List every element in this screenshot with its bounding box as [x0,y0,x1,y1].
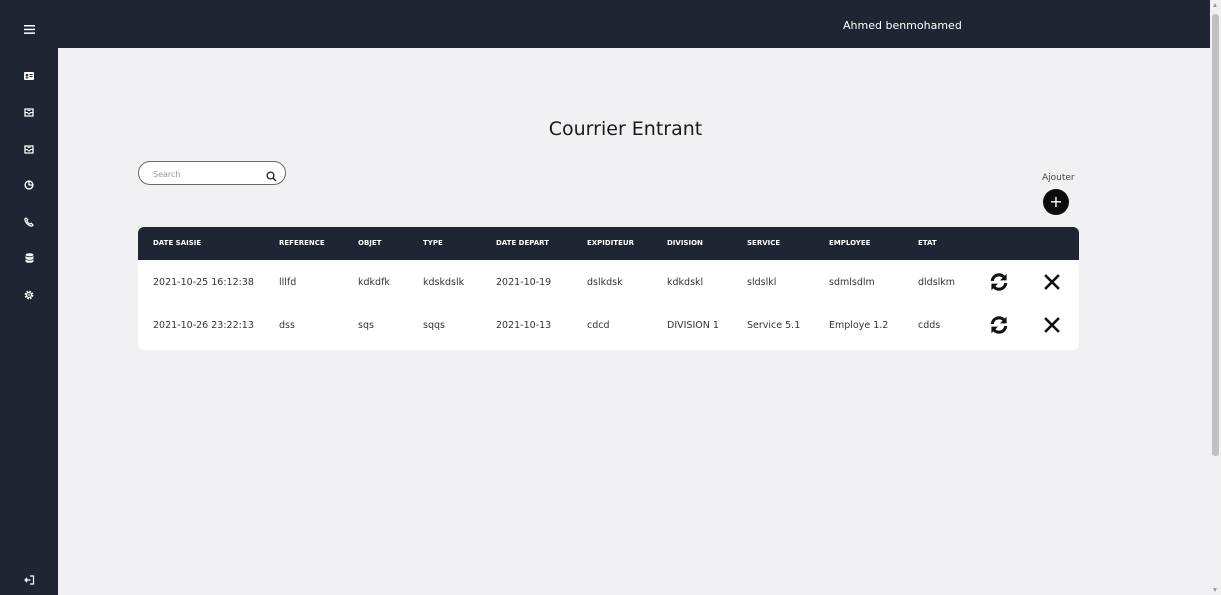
outbox-icon[interactable] [0,138,58,160]
user-name[interactable]: Ahmed benmohamed [843,0,962,48]
cell-date-depart: 2021-10-19 [496,277,552,288]
cell-date-saisie: 2021-10-25 16:12:38 [153,277,254,288]
table-row[interactable]: 2021-10-26 23:22:13 dss sqs sqqs 2021-10… [138,304,1079,347]
courrier-table: DATE SAISIE REFERENCE OBJET TYPE DATE DE… [138,227,1079,350]
top-bar: Ahmed benmohamed [58,0,1210,48]
settings-icon[interactable] [0,284,58,306]
delete-icon[interactable] [1044,315,1060,339]
id-card-icon[interactable] [0,65,58,87]
cell-expiditeur: dslkdsk [587,277,623,288]
page-title: Courrier Entrant [548,118,703,140]
cell-etat: dldslkm [918,277,956,288]
cell-etat: cdds [918,320,941,331]
cell-date-depart: 2021-10-13 [496,320,552,331]
phone-icon[interactable] [0,211,58,233]
cell-reference: lllfd [279,277,297,288]
logout-icon[interactable] [0,569,58,591]
refresh-icon[interactable] [989,272,1009,296]
column-header-etat[interactable]: ETAT [918,227,937,260]
refresh-icon[interactable] [989,315,1009,339]
cell-division: kdkdskl [667,277,704,288]
cell-date-saisie: 2021-10-26 23:22:13 [153,320,254,331]
sidebar [0,0,58,595]
cell-type: kdskdslk [423,277,465,288]
cell-expiditeur: cdcd [587,320,610,331]
chart-pie-icon[interactable] [0,174,58,196]
add-label: Ajouter [1042,173,1075,183]
scrollbar-thumb[interactable] [1212,14,1219,456]
cell-division: DIVISION 1 [667,320,719,331]
cell-objet: sqs [358,320,374,331]
database-icon[interactable] [0,247,58,269]
column-header-reference[interactable]: REFERENCE [279,227,325,260]
scroll-up-icon[interactable] [1213,3,1217,7]
cell-employee: sdmlsdlm [829,277,875,288]
column-header-objet[interactable]: OBJET [358,227,381,260]
column-header-division[interactable]: DIVISION [667,227,703,260]
column-header-type[interactable]: TYPE [423,227,443,260]
cell-service: Service 5.1 [747,320,801,331]
column-header-expiditeur[interactable]: EXPIDITEUR [587,227,634,260]
delete-icon[interactable] [1044,272,1060,296]
search-input[interactable] [151,165,265,183]
table-row[interactable]: 2021-10-25 16:12:38 lllfd kdkdfk kdskdsl… [138,261,1079,304]
plus-icon: + [1049,192,1063,211]
search-box [138,161,286,185]
search-icon[interactable] [266,167,277,186]
cell-type: sqqs [423,320,445,331]
cell-reference: dss [279,320,295,331]
table-header: DATE SAISIE REFERENCE OBJET TYPE DATE DE… [138,227,1079,260]
column-header-date-depart[interactable]: DATE DEPART [496,227,549,260]
column-header-service[interactable]: SERVICE [747,227,780,260]
cell-employee: Employe 1.2 [829,320,889,331]
scroll-down-icon[interactable] [1213,588,1217,592]
add-button[interactable]: + [1043,189,1069,215]
menu-icon[interactable] [0,18,58,40]
scrollbar[interactable] [1210,0,1221,595]
cell-objet: kdkdfk [358,277,390,288]
cell-service: sldslkl [747,277,777,288]
column-header-employee[interactable]: EMPLOYEE [829,227,870,260]
column-header-date-saisie[interactable]: DATE SAISIE [153,227,201,260]
